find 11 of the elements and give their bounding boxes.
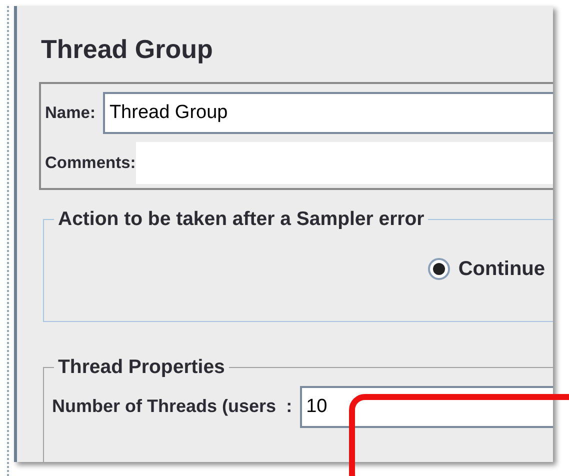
- group-title: Action to be taken after a Sampler error: [57, 210, 426, 230]
- group-title: Thread Properties: [57, 358, 226, 378]
- radio-button[interactable]: [428, 258, 450, 280]
- panel-title: Thread Group: [41, 34, 214, 66]
- name-field[interactable]: Thread Group: [103, 92, 553, 134]
- comments-field[interactable]: [136, 142, 553, 184]
- field-label: Number of Threads (users: [52, 395, 276, 418]
- name-label: Name:: [45, 102, 96, 124]
- label-colon: :: [286, 395, 292, 418]
- comments-label: Comments:: [45, 152, 136, 174]
- option-label: Continue: [458, 256, 545, 282]
